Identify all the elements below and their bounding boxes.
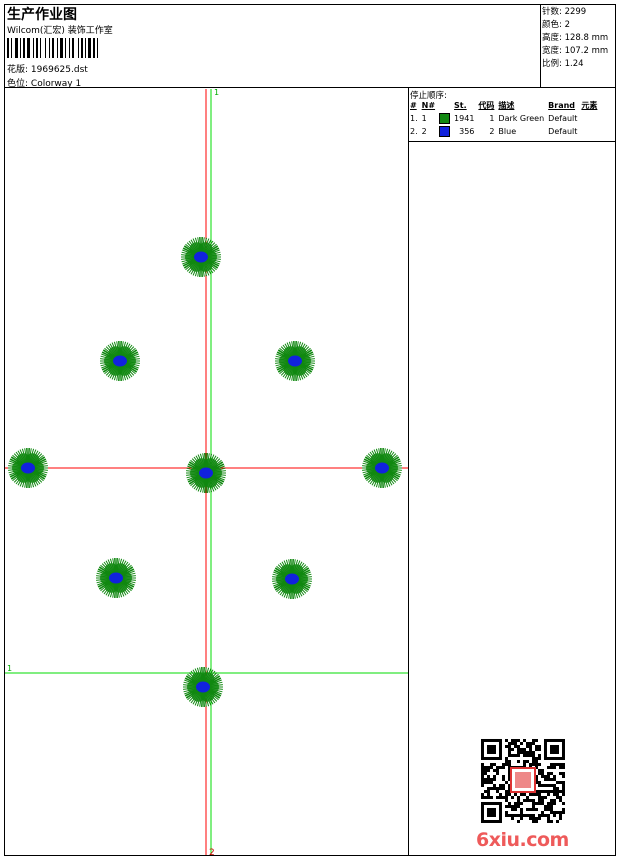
pattern-label: 花版: <box>7 65 29 75</box>
watermark: 6xiu.com <box>476 829 569 851</box>
col-needle: N# <box>421 101 436 110</box>
color-swatch <box>439 126 451 137</box>
col-desc: 描述 <box>498 101 515 110</box>
flower-center <box>199 467 213 479</box>
color-label: 色位: <box>7 79 29 89</box>
header-divider <box>4 87 616 88</box>
flower-center <box>375 462 389 474</box>
flower-motif <box>8 447 48 489</box>
flower-center <box>285 573 299 585</box>
stat-height: 高度: 128.8 mm <box>542 33 609 43</box>
col-element: 元素 <box>581 101 598 110</box>
color-value: Colorway 1 <box>30 79 82 89</box>
pattern-value: 1969625.dst <box>30 65 88 75</box>
stop-row: 2. 2 356 2 Blue Default <box>410 126 578 137</box>
axis-marker-top: 1 <box>214 89 219 97</box>
flower-center <box>113 355 127 367</box>
col-stitches: St. <box>454 101 467 110</box>
stop-table-divider <box>408 141 616 142</box>
stats-panel: 针数: 2299 颜色: 2 高度: 128.8 mm 宽度: 107.2 mm… <box>542 6 608 71</box>
col-num: # <box>410 101 417 110</box>
color-swatch <box>439 113 451 124</box>
color-row: 色位: Colorway 1 <box>7 76 81 89</box>
col-swatch <box>438 100 453 112</box>
design-preview: 1 1 2 <box>5 89 408 855</box>
stop-row: 1. 1 1941 1 Dark Green Default <box>410 113 578 124</box>
flower-center <box>21 462 35 474</box>
stat-colors: 颜色: 2 <box>542 20 570 30</box>
col-code: 代码 <box>478 101 495 110</box>
flower-center <box>288 355 302 367</box>
stat-ratio: 比例: 1.24 <box>542 59 584 69</box>
studio-name: Wilcom(汇宏) 装饰工作室 <box>7 26 113 36</box>
flower-motif <box>275 340 315 382</box>
pattern-row: 花版: 1969625.dst <box>7 62 88 75</box>
flower-center <box>194 251 208 263</box>
flower-motif <box>100 340 140 382</box>
flower-center <box>196 681 210 693</box>
flower-motif <box>181 236 221 278</box>
stop-table-header: # N# St. 代码 描述 Brand 元素 <box>409 100 600 112</box>
stat-stitches: 针数: 2299 <box>542 7 587 17</box>
flower-motif <box>96 557 136 599</box>
sheet-title: 生产作业图 <box>7 7 77 23</box>
barcode <box>7 38 98 58</box>
stat-width: 宽度: 107.2 mm <box>542 46 609 56</box>
axis-marker-left: 1 <box>7 664 12 673</box>
stop-sequence-table: # N# St. 代码 描述 Brand 元素 1. 1 1941 1 Dark… <box>409 100 600 138</box>
flower-center <box>109 572 123 584</box>
panel-divider <box>408 88 409 856</box>
col-brand: Brand <box>548 101 576 110</box>
axis-marker-bottom: 2 <box>209 848 215 855</box>
flower-motif <box>272 558 312 600</box>
stats-divider <box>540 4 541 88</box>
qr-code <box>480 738 566 824</box>
flower-motif <box>362 447 402 489</box>
